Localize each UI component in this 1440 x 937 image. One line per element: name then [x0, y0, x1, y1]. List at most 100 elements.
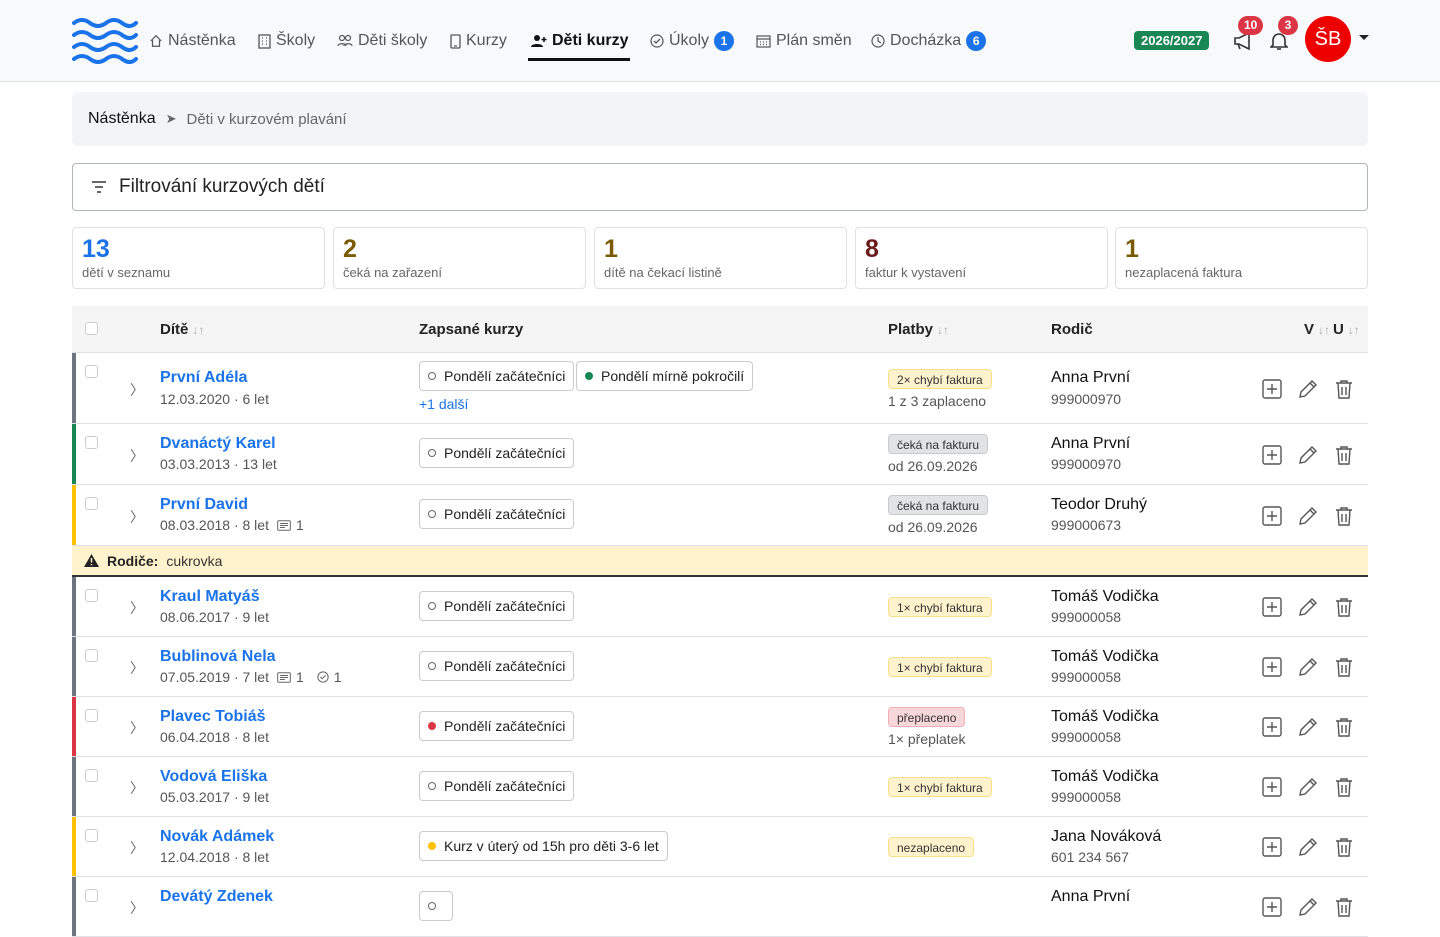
child-name-link[interactable]: Plavec Tobiáš [160, 708, 266, 726]
nav-item-nastenka[interactable]: Nástěnka [149, 28, 236, 54]
edit-pencil-icon[interactable] [1297, 716, 1319, 738]
nav-item-deti-skoly[interactable]: Děti školy [337, 28, 427, 54]
table-row[interactable]: 〉 Vodová Eliška 05.03.2017 · 9 let Pondělí … [72, 757, 1368, 817]
table-row[interactable]: 〉 Kraul Matyáš 08.06.2017 · 9 let Pondělí z… [72, 577, 1368, 637]
delete-trash-icon[interactable] [1333, 776, 1355, 798]
expand-row-chevron-icon[interactable]: 〉 [130, 598, 144, 618]
delete-trash-icon[interactable] [1333, 836, 1355, 858]
course-chip[interactable]: Pondělí začátečníci [419, 591, 575, 621]
parent-phone: 999000058 [1051, 789, 1122, 805]
child-name-link[interactable]: Novák Adámek [160, 828, 274, 846]
row-checkbox[interactable] [85, 709, 98, 722]
chevron-down-icon[interactable] [1359, 35, 1369, 40]
nav-item-plan-smen[interactable]: Plán směn [756, 28, 852, 54]
more-courses-link[interactable]: +1 další [419, 396, 468, 412]
course-chip[interactable]: Kurz v úterý od 15h pro děti 3-6 let [419, 831, 668, 861]
edit-pencil-icon[interactable] [1297, 656, 1319, 678]
delete-trash-icon[interactable] [1333, 378, 1355, 400]
table-row[interactable]: 〉 Bublinová Nela 07.05.2019 · 7 let 1 1 Pondě… [72, 637, 1368, 697]
row-checkbox[interactable] [85, 497, 98, 510]
table-row[interactable]: 〉 Novák Adámek 12.04.2018 · 8 let Kurz v út… [72, 817, 1368, 877]
add-course-button[interactable] [1261, 836, 1283, 858]
delete-trash-icon[interactable] [1333, 505, 1355, 527]
nav-item-dochazka[interactable]: Docházka 6 [871, 28, 987, 54]
edit-pencil-icon[interactable] [1297, 776, 1319, 798]
add-course-button[interactable] [1261, 505, 1283, 527]
school-year-badge[interactable]: 2026/2027 [1134, 31, 1210, 50]
header-courses: Zapsané kurzy [419, 321, 523, 338]
expand-row-chevron-icon[interactable]: 〉 [130, 778, 144, 798]
filter-panel-toggle[interactable]: Filtrování kurzových dětí [72, 163, 1368, 211]
delete-trash-icon[interactable] [1333, 444, 1355, 466]
select-all-checkbox[interactable] [85, 322, 98, 335]
user-avatar[interactable]: ŠB [1305, 16, 1351, 62]
edit-pencil-icon[interactable] [1297, 836, 1319, 858]
row-checkbox[interactable] [85, 589, 98, 602]
expand-row-chevron-icon[interactable]: 〉 [130, 507, 144, 527]
course-chip[interactable]: Pondělí mírně pokročilí [576, 361, 754, 391]
nav-item-deti-kurzy[interactable]: Děti kurzy [531, 28, 628, 54]
child-name-link[interactable]: Kraul Matyáš [160, 588, 260, 606]
row-checkbox[interactable] [85, 649, 98, 662]
nav-item-kurzy[interactable]: Kurzy [450, 28, 507, 54]
expand-row-chevron-icon[interactable]: 〉 [130, 446, 144, 466]
stat-card[interactable]: 2 čeká na zařazení [333, 227, 586, 289]
table-row[interactable]: 〉 První Adéla 12.03.2020 · 6 let Pondělí za… [72, 353, 1368, 424]
add-course-button[interactable] [1261, 378, 1283, 400]
add-course-button[interactable] [1261, 896, 1283, 918]
delete-trash-icon[interactable] [1333, 896, 1355, 918]
course-chip[interactable]: Pondělí začátečníci [419, 651, 575, 681]
add-course-button[interactable] [1261, 716, 1283, 738]
course-chip[interactable]: Pondělí začátečníci [419, 499, 575, 529]
add-course-button[interactable] [1261, 596, 1283, 618]
child-name-link[interactable]: První Adéla [160, 369, 247, 387]
edit-pencil-icon[interactable] [1297, 505, 1319, 527]
row-checkbox[interactable] [85, 889, 98, 902]
edit-pencil-icon[interactable] [1297, 596, 1319, 618]
stat-card[interactable]: 8 faktur k vystavení [855, 227, 1108, 289]
expand-row-chevron-icon[interactable]: 〉 [130, 380, 144, 400]
stat-card[interactable]: 1 nezaplacená faktura [1115, 227, 1368, 289]
header-child[interactable]: Dítě ↓↑ [160, 321, 204, 338]
delete-trash-icon[interactable] [1333, 716, 1355, 738]
child-name-link[interactable]: Dvanáctý Karel [160, 435, 276, 453]
course-chip[interactable]: Pondělí začátečníci [419, 361, 575, 391]
nav-item-ukoly[interactable]: Úkoly 1 [650, 28, 735, 54]
course-chip[interactable] [419, 891, 453, 921]
wave-logo-icon[interactable] [72, 18, 138, 64]
edit-pencil-icon[interactable] [1297, 896, 1319, 918]
stat-card[interactable]: 13 dětí v seznamu [72, 227, 325, 289]
nav-item-skoly[interactable]: Školy [258, 28, 315, 54]
table-row[interactable]: 〉 Devátý Zdenek Anna První [72, 877, 1368, 937]
table-row[interactable]: 〉 První David 08.03.2018 · 8 let 1 Pondělí z… [72, 485, 1368, 546]
delete-trash-icon[interactable] [1333, 596, 1355, 618]
expand-row-chevron-icon[interactable]: 〉 [130, 718, 144, 738]
breadcrumb-home-link[interactable]: Nástěnka [88, 110, 156, 128]
expand-row-chevron-icon[interactable]: 〉 [130, 838, 144, 858]
expand-row-chevron-icon[interactable]: 〉 [130, 898, 144, 918]
course-chip[interactable]: Pondělí začátečníci [419, 438, 575, 468]
table-row[interactable]: 〉 Plavec Tobiáš 06.04.2018 · 8 let Pondělí … [72, 697, 1368, 757]
table-row[interactable]: 〉 Dvanáctý Karel 03.03.2013 · 13 let Ponděl… [72, 424, 1368, 485]
child-name-link[interactable]: Vodová Eliška [160, 768, 267, 786]
course-chip[interactable]: Pondělí začátečníci [419, 771, 575, 801]
delete-trash-icon[interactable] [1333, 656, 1355, 678]
edit-pencil-icon[interactable] [1297, 378, 1319, 400]
add-course-button[interactable] [1261, 444, 1283, 466]
expand-row-chevron-icon[interactable]: 〉 [130, 658, 144, 678]
child-name-link[interactable]: První David [160, 496, 248, 514]
header-u[interactable]: U ↓↑ [1333, 321, 1360, 338]
child-name-link[interactable]: Devátý Zdenek [160, 888, 273, 906]
add-course-button[interactable] [1261, 776, 1283, 798]
row-checkbox[interactable] [85, 769, 98, 782]
header-v[interactable]: V ↓↑ [1304, 321, 1330, 338]
stat-card[interactable]: 1 dítě na čekací listině [594, 227, 847, 289]
row-checkbox[interactable] [85, 829, 98, 842]
child-name-link[interactable]: Bublinová Nela [160, 648, 276, 666]
course-chip[interactable]: Pondělí začátečníci [419, 711, 575, 741]
row-checkbox[interactable] [85, 436, 98, 449]
edit-pencil-icon[interactable] [1297, 444, 1319, 466]
row-checkbox[interactable] [85, 365, 98, 378]
add-course-button[interactable] [1261, 656, 1283, 678]
header-payments[interactable]: Platby ↓↑ [888, 321, 949, 338]
